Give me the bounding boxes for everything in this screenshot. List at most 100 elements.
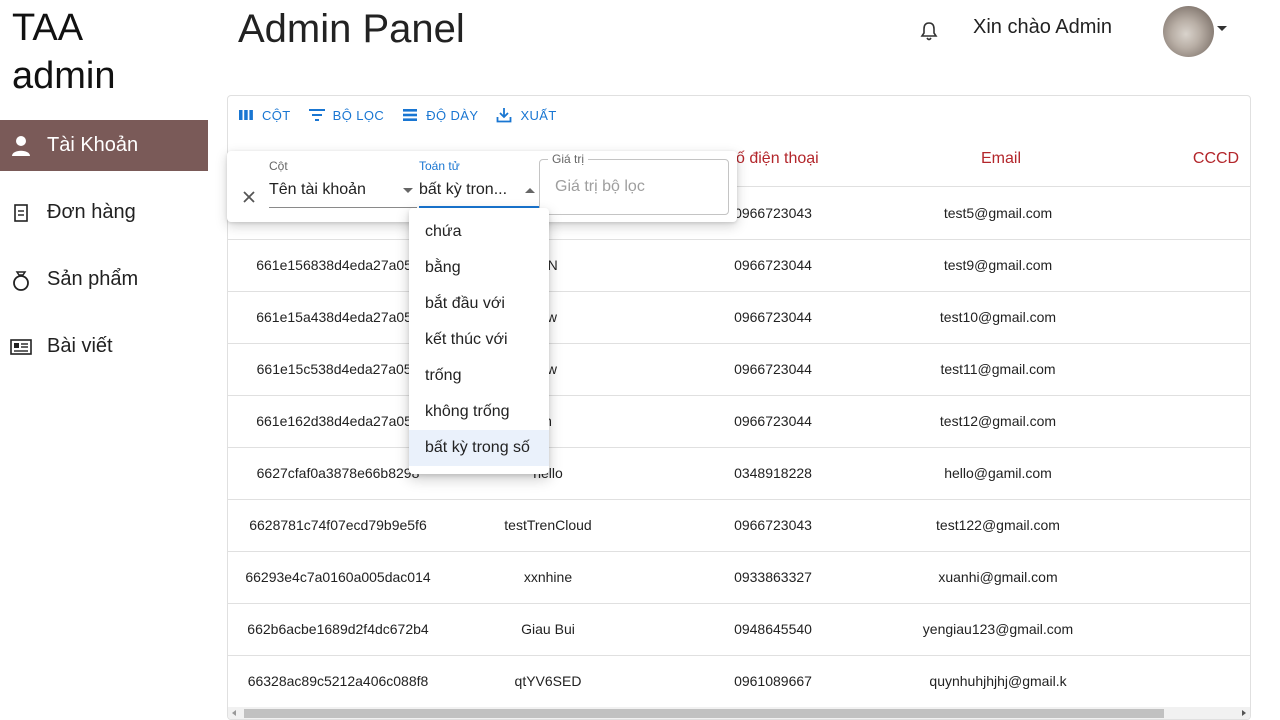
close-icon[interactable] xyxy=(241,189,257,205)
cell-id: 661e15a438d4eda27a05b xyxy=(256,309,420,325)
cell-email: hello@gamil.com xyxy=(944,465,1052,481)
menu-item-starts-with[interactable]: bắt đầu với xyxy=(409,286,549,322)
cell-phone: 0966723044 xyxy=(734,361,812,377)
filters-button[interactable]: BỘ LỌC xyxy=(307,106,385,124)
cell-name: Giau Bui xyxy=(521,621,575,637)
sidebar-item-orders[interactable]: Đơn hàng xyxy=(0,187,208,238)
filter-column-label: Cột xyxy=(269,159,288,173)
cell-phone: 0966723044 xyxy=(734,309,812,325)
menu-item-equals[interactable]: bằng xyxy=(409,250,549,286)
filter-operator-select[interactable]: Toán tử bất kỳ tron... xyxy=(419,151,539,208)
export-button[interactable]: XUẤT xyxy=(494,106,556,124)
cell-id: 662b6acbe1689d2f4dc672b4 xyxy=(247,621,429,637)
density-icon xyxy=(400,106,420,124)
column-header-cccd[interactable]: CCCD xyxy=(1168,134,1250,187)
menu-item-ends-with[interactable]: kết thúc với xyxy=(409,322,549,358)
cell-id: 6627cfaf0a3878e66b8298 xyxy=(256,465,420,481)
export-label: XUẤT xyxy=(520,107,557,123)
document-icon xyxy=(10,202,32,224)
cell-email: test11@gmail.com xyxy=(940,361,1056,377)
table-row[interactable]: 6627cfaf0a3878e66b8298 hello 0348918228 … xyxy=(228,448,1250,500)
chevron-up-icon xyxy=(525,188,535,193)
sidebar-nav: Tài Khoản Đơn hàng Sản phẩm Bài viết xyxy=(0,120,208,388)
table-row[interactable]: 66293e4c7a0160a005dac014 xxnhine 0933863… xyxy=(228,552,1250,604)
cell-id: 661e162d38d4eda27a05b xyxy=(256,413,420,429)
bell-icon[interactable] xyxy=(919,20,939,42)
cell-email: test122@gmail.com xyxy=(936,517,1060,533)
filter-value-label: Giá trị xyxy=(548,152,589,166)
filter-column-select[interactable]: Cột Tên tài khoản xyxy=(269,151,417,208)
cell-name: xxnhine xyxy=(523,569,573,585)
brand-logo: TAA admin xyxy=(12,4,116,100)
table-body: 0966723043 test5@gmail.com 661e156838d4e… xyxy=(228,188,1250,708)
column-header-email[interactable]: Email xyxy=(928,134,1074,187)
sidebar-item-products[interactable]: Sản phẩm xyxy=(0,254,208,305)
table-row[interactable]: 6628781c74f07ecd79b9e5f6 testTrenCloud 0… xyxy=(228,500,1250,552)
table-row[interactable]: 66328ac89c5212a406c088f8 qtYV6SED 096108… xyxy=(228,656,1250,708)
cell-phone: 0966723044 xyxy=(734,257,812,273)
filter-operator-value: bất kỳ tron... xyxy=(419,181,508,198)
columns-button[interactable]: CỘT xyxy=(236,106,291,124)
density-label: ĐỘ DÀY xyxy=(426,107,479,123)
scrollbar-thumb[interactable] xyxy=(244,709,1164,718)
cell-id: 6628781c74f07ecd79b9e5f6 xyxy=(249,517,427,533)
filters-label: BỘ LỌC xyxy=(332,107,385,123)
cell-name: testTrenCloud xyxy=(504,517,592,533)
cell-phone: 0961089667 xyxy=(734,673,812,689)
filter-icon xyxy=(307,106,327,124)
cell-email: test12@gmail.com xyxy=(939,413,1057,429)
cell-name: qtYV6SED xyxy=(514,673,582,689)
page-title: Admin Panel xyxy=(238,7,465,51)
cell-phone: 0348918228 xyxy=(734,465,812,481)
download-icon xyxy=(494,106,514,124)
filter-value-input[interactable] xyxy=(553,177,713,197)
avatar[interactable] xyxy=(1163,6,1214,57)
columns-icon xyxy=(236,106,256,124)
menu-item-contains[interactable]: chứa xyxy=(409,214,549,250)
menu-item-is-empty[interactable]: trống xyxy=(409,358,549,394)
operator-menu: chứa bằng bắt đầu với kết thúc với trống… xyxy=(409,208,549,474)
brand-line-2: admin xyxy=(12,55,116,97)
cell-email: test10@gmail.com xyxy=(939,309,1057,325)
filter-operator-label: Toán tử xyxy=(419,159,460,173)
scroll-right-icon[interactable] xyxy=(1242,710,1246,716)
filter-column-value: Tên tài khoản xyxy=(269,181,366,198)
caret-down-icon[interactable] xyxy=(1217,26,1227,31)
columns-label: CỘT xyxy=(262,107,291,123)
table-row[interactable]: 662b6acbe1689d2f4dc672b4 Giau Bui 094864… xyxy=(228,604,1250,656)
sidebar-item-label: Sản phẩm xyxy=(47,268,139,290)
table-row[interactable]: 661e15c538d4eda27a05b ew 0966723044 test… xyxy=(228,344,1250,396)
cell-email: test5@gmail.com xyxy=(943,205,1053,221)
cell-phone: 0948645540 xyxy=(734,621,812,637)
sidebar-item-label: Bài viết xyxy=(47,335,113,357)
density-button[interactable]: ĐỘ DÀY xyxy=(400,106,478,124)
sidebar-item-label: Tài Khoản xyxy=(47,134,139,156)
chevron-down-icon xyxy=(403,188,413,193)
table-row[interactable]: 661e156838d4eda27a05b AN 0966723044 test… xyxy=(228,240,1250,292)
sidebar-item-posts[interactable]: Bài viết xyxy=(0,321,208,372)
cell-email: quynhuhjhjhj@gmail.k xyxy=(929,673,1067,689)
horizontal-scrollbar[interactable] xyxy=(228,707,1250,719)
person-icon xyxy=(10,135,32,157)
sidebar-item-label: Đơn hàng xyxy=(47,201,136,223)
table-row[interactable]: 661e15a438d4eda27a05b ew 0966723044 test… xyxy=(228,292,1250,344)
cell-phone: 0966723043 xyxy=(734,517,812,533)
cell-id: 661e156838d4eda27a05b xyxy=(256,257,420,273)
filter-value-field[interactable]: Giá trị xyxy=(539,152,729,215)
sidebar-item-accounts[interactable]: Tài Khoản xyxy=(0,120,208,171)
table-row[interactable]: 661e162d38d4eda27a05b n 0966723044 test1… xyxy=(228,396,1250,448)
cell-email: test9@gmail.com xyxy=(943,257,1053,273)
cell-id: 661e15c538d4eda27a05b xyxy=(256,361,420,377)
menu-item-is-not-empty[interactable]: không trống xyxy=(409,394,549,430)
cell-phone: 0966723044 xyxy=(734,413,812,429)
scroll-left-icon[interactable] xyxy=(232,710,236,716)
newspaper-icon xyxy=(10,336,32,358)
cell-email: yengiau123@gmail.com xyxy=(922,621,1074,637)
brand-line-1: TAA xyxy=(12,7,84,49)
greeting-text: Xin chào Admin xyxy=(973,16,1112,38)
select-underline xyxy=(269,207,417,208)
menu-item-is-any-of[interactable]: bất kỳ trong số xyxy=(409,430,549,466)
ring-icon xyxy=(10,269,32,291)
cell-id: 66328ac89c5212a406c088f8 xyxy=(247,673,429,689)
cell-id: 66293e4c7a0160a005dac014 xyxy=(245,569,431,585)
